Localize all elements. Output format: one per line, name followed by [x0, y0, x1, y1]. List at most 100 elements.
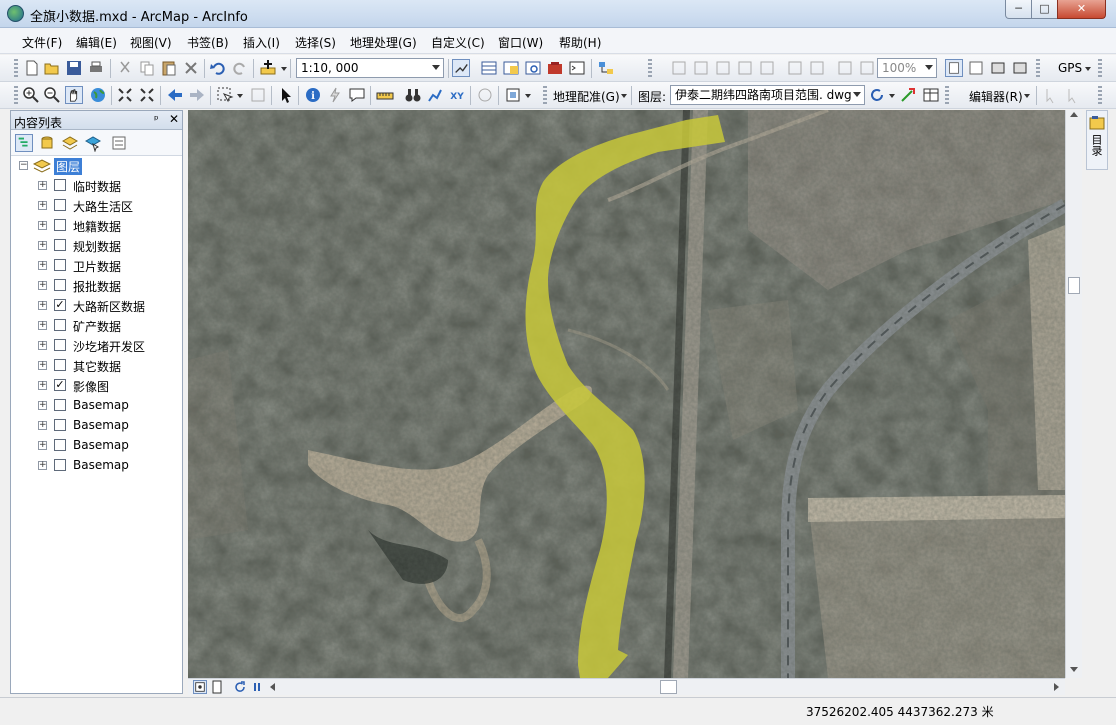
layer-item[interactable]: + 大路生活区 [11, 196, 181, 216]
menu-view[interactable]: 视图(V) [130, 34, 172, 51]
full-extent-globe-icon[interactable] [89, 86, 107, 104]
map-vertical-scrollbar[interactable] [1065, 110, 1082, 678]
save-icon[interactable] [65, 59, 83, 77]
find-route-icon[interactable] [426, 86, 444, 104]
find-binoculars-icon[interactable] [404, 86, 422, 104]
layer-name[interactable]: 其它数据 [73, 358, 121, 375]
scroll-down-arrow-icon[interactable] [1070, 667, 1078, 672]
layer-item[interactable]: + Basemap [11, 416, 181, 436]
layer-item[interactable]: + 规划数据 [11, 236, 181, 256]
menu-windows[interactable]: 窗口(W) [498, 34, 543, 51]
map-scale-dropdown[interactable]: 1:10, 000 [296, 58, 444, 78]
layer-name[interactable]: 矿产数据 [73, 318, 121, 335]
time-slider-icon[interactable] [476, 86, 494, 104]
layer-name[interactable]: 影像图 [73, 378, 109, 395]
print-icon[interactable] [87, 59, 105, 77]
layer-item[interactable]: + ✓ 影像图 [11, 376, 181, 396]
expand-icon[interactable]: + [38, 381, 47, 390]
list-by-selection-icon[interactable] [84, 134, 102, 152]
layer-visibility-checkbox[interactable] [54, 419, 66, 431]
editor-menu[interactable]: 编辑器(R) [969, 88, 1023, 105]
list-by-visibility-icon[interactable] [61, 134, 79, 152]
create-viewer-window-icon[interactable] [504, 86, 522, 104]
minimize-button[interactable]: ─ [1005, 0, 1032, 19]
expand-icon[interactable]: + [38, 321, 47, 330]
layer-visibility-checkbox[interactable] [54, 259, 66, 271]
layer-name[interactable]: Basemap [73, 438, 129, 452]
layer-item[interactable]: + ✓ 大路新区数据 [11, 296, 181, 316]
gps-dropdown-arrow[interactable] [1085, 67, 1091, 71]
layer-visibility-checkbox[interactable]: ✓ [54, 379, 66, 391]
select-dropdown-arrow[interactable] [237, 94, 243, 98]
layer-name[interactable]: 地籍数据 [73, 218, 121, 235]
toolbar-grip[interactable] [648, 59, 652, 78]
catalog-window-icon[interactable] [502, 59, 520, 77]
layer-visibility-checkbox[interactable] [54, 359, 66, 371]
zoom-in-icon[interactable] [22, 86, 40, 104]
fixed-zoom-out-icon[interactable] [138, 86, 156, 104]
map-display[interactable] [188, 110, 1065, 678]
layout-view-icon[interactable] [210, 680, 224, 694]
select-elements-arrow-icon[interactable] [277, 86, 295, 104]
layer-visibility-checkbox[interactable] [54, 319, 66, 331]
menu-edit[interactable]: 编辑(E) [76, 34, 117, 51]
fixed-zoom-in-icon[interactable] [116, 86, 134, 104]
georeferencing-dropdown-arrow[interactable] [621, 94, 627, 98]
expand-icon[interactable]: + [38, 241, 47, 250]
layer-item[interactable]: + 卫片数据 [11, 256, 181, 276]
layer-visibility-checkbox[interactable] [54, 239, 66, 251]
layer-item[interactable]: + 沙圪堵开发区 [11, 336, 181, 356]
select-features-icon[interactable] [216, 86, 234, 104]
rotate-icon[interactable] [868, 86, 886, 104]
refresh-icon[interactable] [233, 680, 247, 694]
zoom-out-icon[interactable] [43, 86, 61, 104]
viewer-dropdown-arrow[interactable] [525, 94, 531, 98]
clear-selection-icon[interactable] [249, 86, 267, 104]
scroll-up-arrow-icon[interactable] [1070, 112, 1078, 117]
layer-name[interactable]: 卫片数据 [73, 258, 121, 275]
layer-name[interactable]: 大路生活区 [73, 198, 133, 215]
search-window-icon[interactable] [524, 59, 542, 77]
copy-icon[interactable] [138, 59, 156, 77]
identify-info-icon[interactable]: i [304, 86, 322, 104]
toggle-draft-mode-icon[interactable] [945, 59, 963, 77]
menu-customize[interactable]: 自定义(C) [431, 34, 485, 51]
expand-icon[interactable]: + [38, 361, 47, 370]
html-popup-icon[interactable] [348, 86, 366, 104]
focus-data-frame-icon[interactable] [967, 59, 985, 77]
menu-geoprocessing[interactable]: 地理处理(G) [350, 34, 417, 51]
menu-bookmarks[interactable]: 书签(B) [187, 34, 229, 51]
layer-visibility-checkbox[interactable] [54, 399, 66, 411]
scroll-left-arrow-icon[interactable] [270, 683, 275, 691]
pan-hand-icon[interactable] [65, 86, 83, 104]
layer-item[interactable]: + 报批数据 [11, 276, 181, 296]
layer-name[interactable]: 临时数据 [73, 178, 121, 195]
measure-ruler-icon[interactable] [376, 86, 394, 104]
layer-visibility-checkbox[interactable] [54, 339, 66, 351]
options-icon[interactable] [110, 134, 128, 152]
layer-item[interactable]: + 地籍数据 [11, 216, 181, 236]
maximize-button[interactable]: □ [1031, 0, 1058, 19]
toolbar-grip[interactable] [543, 86, 547, 105]
data-driven-pages-icon[interactable] [1011, 59, 1029, 77]
menu-help[interactable]: 帮助(H) [559, 34, 601, 51]
go-to-xy-icon[interactable]: XY [448, 86, 466, 104]
expand-icon[interactable]: + [38, 201, 47, 210]
toc-close-button[interactable]: ✕ [169, 112, 179, 126]
catalog-side-tab[interactable]: 目录 [1086, 110, 1108, 170]
layer-item[interactable]: + Basemap [11, 396, 181, 416]
expand-icon[interactable]: + [38, 181, 47, 190]
menu-selection[interactable]: 选择(S) [295, 34, 336, 51]
toolbar-grip[interactable] [1098, 59, 1102, 78]
list-by-drawing-order-icon[interactable] [15, 134, 33, 152]
layer-item[interactable]: + Basemap [11, 436, 181, 456]
layer-visibility-checkbox[interactable]: ✓ [54, 299, 66, 311]
georef-layer-dropdown[interactable]: 伊泰二期纬四路南项目范围. dwg [670, 85, 865, 105]
scrollbar-thumb[interactable] [1068, 277, 1080, 294]
toolbar-grip[interactable] [14, 86, 18, 105]
georeferencing-menu[interactable]: 地理配准(G) [553, 88, 620, 105]
close-button[interactable]: ✕ [1057, 0, 1106, 19]
horizontal-scrollbar-thumb[interactable] [660, 680, 677, 694]
layer-item[interactable]: + 临时数据 [11, 176, 181, 196]
expand-icon[interactable]: + [38, 261, 47, 270]
